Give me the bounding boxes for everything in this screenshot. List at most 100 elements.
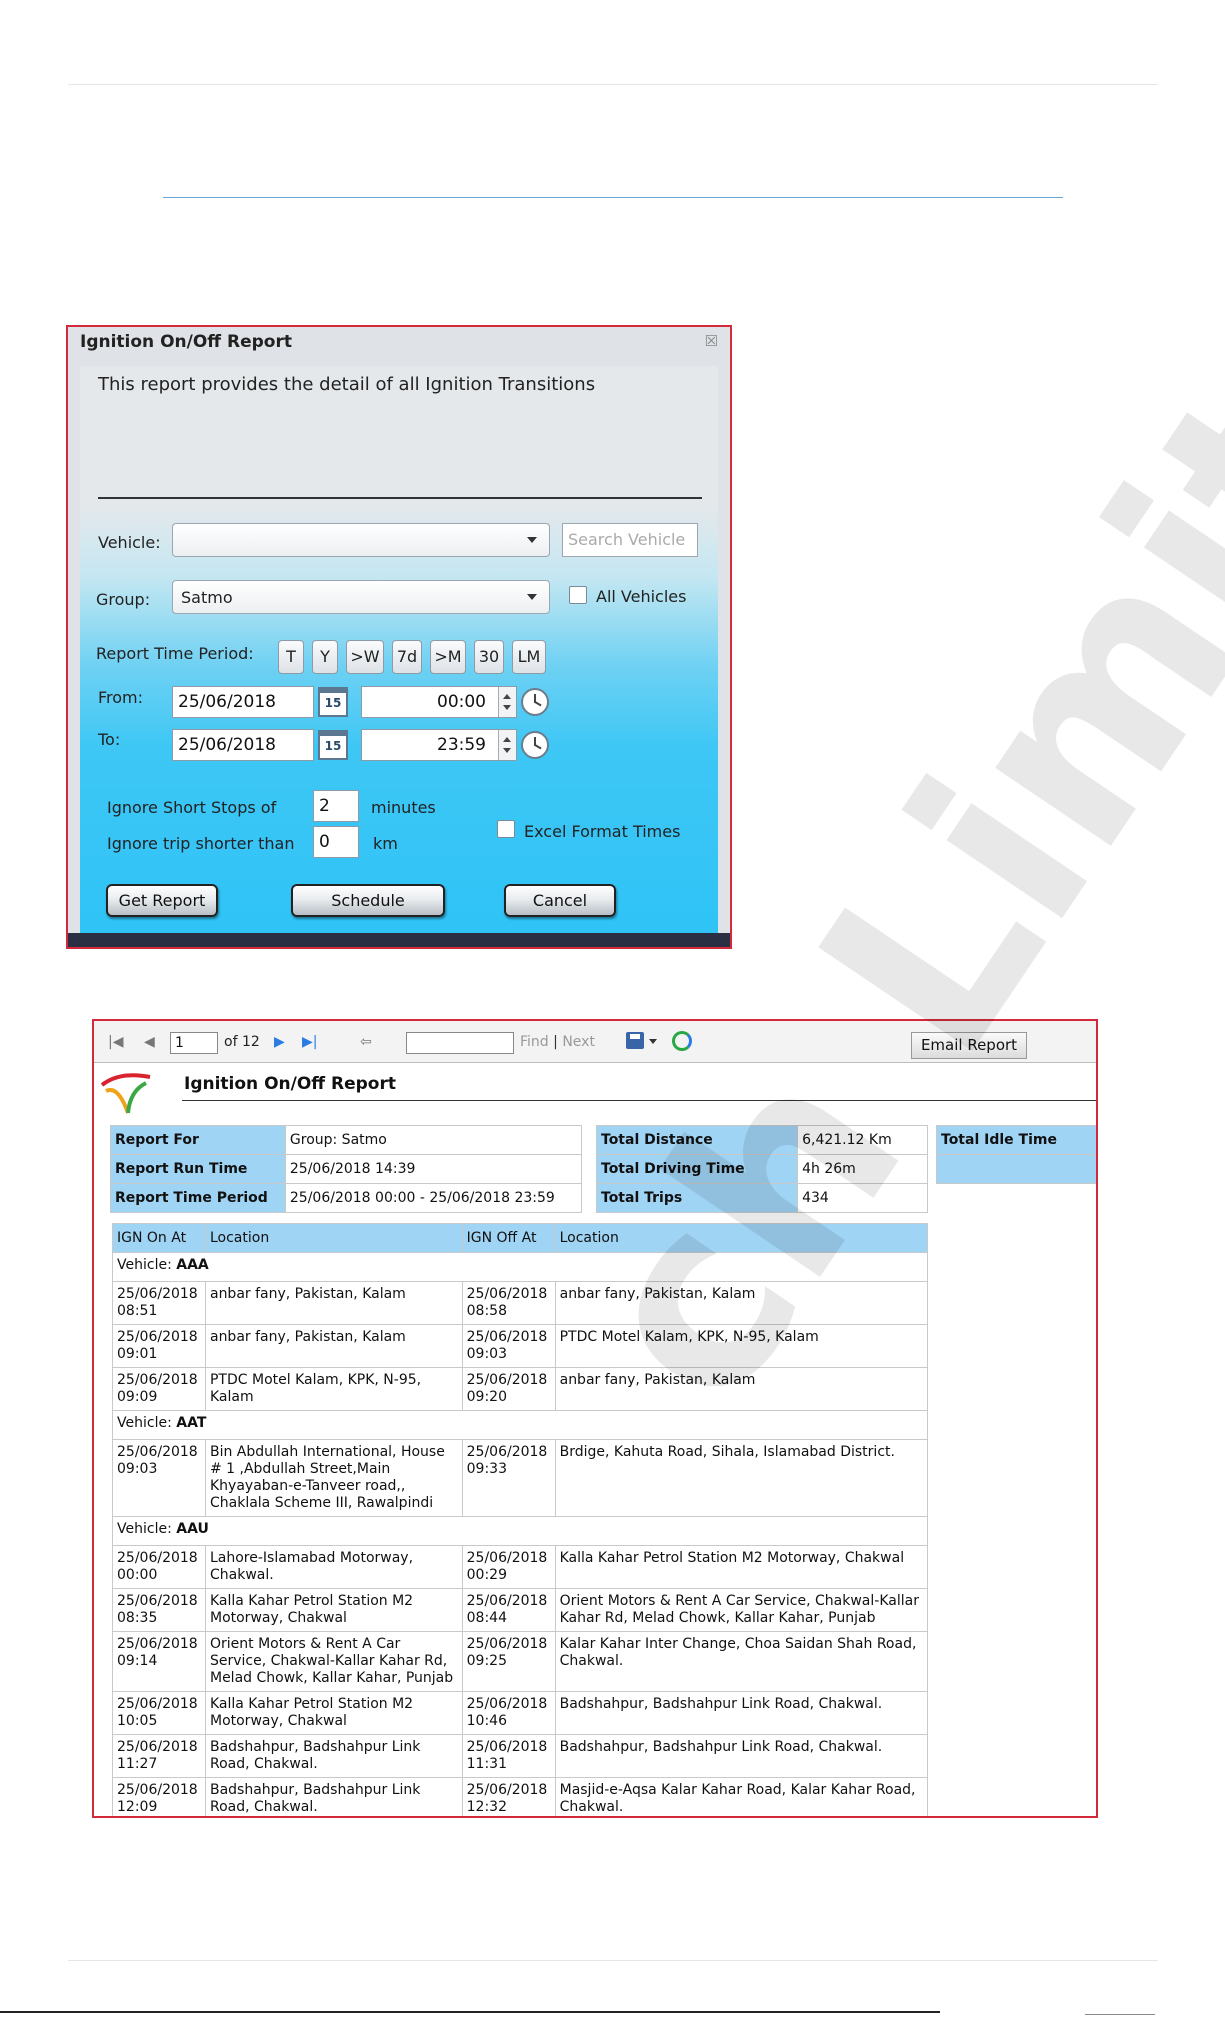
on-location-cell: Orient Motors & Rent A Car Service, Chak… xyxy=(204,1631,463,1692)
calendar-icon[interactable]: 15 xyxy=(318,730,348,760)
refresh-icon[interactable] xyxy=(672,1031,692,1051)
previous-page-icon[interactable]: ◀ xyxy=(144,1034,155,1050)
period-today-button[interactable]: T xyxy=(278,640,304,674)
on-location-cell: Badshahpur, Badshahpur Link Road, Chakwa… xyxy=(204,1777,463,1816)
footer-rule xyxy=(68,1960,1158,1961)
description-divider xyxy=(98,497,702,499)
save-icon[interactable] xyxy=(626,1032,644,1049)
from-time-input[interactable]: 00:00 xyxy=(361,686,517,718)
chevron-down-icon xyxy=(527,537,537,543)
summary-row: Total Distance 6,421.12 Km xyxy=(595,1125,928,1155)
off-location-cell: Brdige, Kahuta Road, Sihala, Islamabad D… xyxy=(554,1439,929,1517)
period-7d-button[interactable]: 7d xyxy=(392,640,422,674)
clock-icon[interactable] xyxy=(521,688,549,716)
header-rule xyxy=(68,84,1158,85)
ign-off-cell: 25/06/2018 00:29 xyxy=(461,1545,556,1589)
footer-line-right xyxy=(1085,2014,1155,2015)
search-vehicle-input[interactable]: Search Vehicle xyxy=(562,523,698,557)
on-location-cell: Badshahpur, Badshahpur Link Road, Chakwa… xyxy=(204,1734,463,1778)
from-time-value: 00:00 xyxy=(437,692,486,712)
group-label: Group: xyxy=(96,590,151,609)
summary-key: Report Run Time xyxy=(110,1154,286,1184)
ignore-stops-input[interactable]: 2 xyxy=(313,790,359,822)
off-location-cell: anbar fany, Pakistan, Kalam xyxy=(554,1367,929,1411)
summary-table-left: Report For Group: Satmo Report Run Time 25/… xyxy=(110,1125,583,1213)
on-location-cell: Lahore-Islamabad Motorway, Chakwal. xyxy=(204,1545,463,1589)
table-row: 25/06/2018 11:27 Badshahpur, Badshahpur L… xyxy=(112,1734,929,1778)
dialog-bottom-strip xyxy=(68,933,730,947)
ignition-table: IGN On At Location IGN Off At Location V… xyxy=(112,1223,929,1816)
page-count: of 12 xyxy=(224,1034,260,1050)
schedule-button[interactable]: Schedule xyxy=(291,884,445,917)
dialog-description: This report provides the detail of all I… xyxy=(98,374,596,395)
report-toolbar: |◀ ◀ 1 of 12 ▶ ▶| ⇦ Find | Next Email Re… xyxy=(94,1021,1096,1063)
ign-off-cell: 25/06/2018 10:46 xyxy=(461,1691,556,1735)
clock-icon[interactable] xyxy=(521,731,549,759)
period-month-button[interactable]: >M xyxy=(430,640,466,674)
off-location-cell: Badshahpur, Badshahpur Link Road, Chakwa… xyxy=(554,1691,929,1735)
on-location-cell: anbar fany, Pakistan, Kalam xyxy=(204,1324,463,1368)
all-vehicles-checkbox[interactable] xyxy=(569,586,587,604)
summary-value: 25/06/2018 00:00 - 25/06/2018 23:59 xyxy=(284,1183,583,1213)
table-row: 25/06/2018 09:03 Bin Abdullah Internation… xyxy=(112,1439,929,1517)
time-spinner-icon[interactable] xyxy=(498,687,516,717)
to-label: To: xyxy=(98,730,121,749)
to-date-input[interactable]: 25/06/2018 xyxy=(172,729,314,761)
ignore-stops-unit: minutes xyxy=(371,798,436,817)
ignore-trip-input[interactable]: 0 xyxy=(313,826,359,858)
period-30-button[interactable]: 30 xyxy=(474,640,504,674)
dialog-title: Ignition On/Off Report xyxy=(80,332,292,352)
summary-value: 434 xyxy=(797,1183,928,1213)
last-page-icon[interactable]: ▶| xyxy=(302,1034,317,1050)
table-row: 25/06/2018 08:35 Kalla Kahar Petrol Stati… xyxy=(112,1588,929,1632)
close-icon[interactable]: ☒ xyxy=(705,332,718,350)
cancel-button[interactable]: Cancel xyxy=(504,884,616,917)
calendar-icon[interactable]: 15 xyxy=(318,687,348,717)
first-page-icon[interactable]: |◀ xyxy=(108,1034,123,1050)
find-input[interactable] xyxy=(406,1032,514,1054)
to-time-input[interactable]: 23:59 xyxy=(361,729,517,761)
column-header: IGN On At xyxy=(112,1223,206,1253)
next-page-icon[interactable]: ▶ xyxy=(274,1034,285,1050)
time-spinner-icon[interactable] xyxy=(498,730,516,760)
report-title: Ignition On/Off Report xyxy=(184,1074,396,1094)
period-week-button[interactable]: >W xyxy=(346,640,384,674)
off-location-cell: Orient Motors & Rent A Car Service, Chak… xyxy=(554,1588,929,1632)
find-link[interactable]: Find xyxy=(520,1034,549,1050)
from-date-input[interactable]: 25/06/2018 xyxy=(172,686,314,718)
vehicle-select[interactable] xyxy=(172,523,550,557)
email-report-button[interactable]: Email Report xyxy=(911,1032,1027,1059)
ign-on-cell: 25/06/2018 00:00 xyxy=(112,1545,206,1589)
off-location-cell: anbar fany, Pakistan, Kalam xyxy=(554,1281,929,1325)
ignore-stops-label: Ignore Short Stops of xyxy=(107,798,277,817)
page-number-input[interactable]: 1 xyxy=(170,1032,218,1054)
summary-key: Total Trips xyxy=(595,1183,799,1213)
table-row: 25/06/2018 09:14 Orient Motors & Rent A C… xyxy=(112,1631,929,1692)
vehicle-prefix: Vehicle: xyxy=(117,1521,172,1537)
dialog-body: This report provides the detail of all I… xyxy=(80,366,718,934)
ign-on-cell: 25/06/2018 11:27 xyxy=(112,1734,206,1778)
column-header: Location xyxy=(554,1223,929,1253)
back-icon[interactable]: ⇦ xyxy=(360,1034,372,1050)
ign-on-cell: 25/06/2018 08:35 xyxy=(112,1588,206,1632)
vehicle-group-row: Vehicle: AAT xyxy=(112,1410,928,1440)
summary-value xyxy=(936,1154,1096,1184)
vehicle-prefix: Vehicle: xyxy=(117,1415,172,1431)
column-header: Location xyxy=(204,1223,463,1253)
vehicle-name: AAA xyxy=(176,1257,209,1273)
excel-format-checkbox[interactable] xyxy=(497,820,515,838)
from-label: From: xyxy=(98,688,144,707)
group-select[interactable]: Satmo xyxy=(172,580,550,614)
ignore-trip-label: Ignore trip shorter than xyxy=(107,834,295,853)
on-location-cell: anbar fany, Pakistan, Kalam xyxy=(204,1281,463,1325)
title-rule xyxy=(182,1100,1096,1101)
period-yesterday-button[interactable]: Y xyxy=(312,640,338,674)
chevron-down-icon[interactable] xyxy=(649,1039,657,1044)
get-report-button[interactable]: Get Report xyxy=(106,884,218,917)
period-last-month-button[interactable]: LM xyxy=(512,640,546,674)
table-header-row: IGN On At Location IGN Off At Location xyxy=(112,1223,929,1253)
next-link[interactable]: Next xyxy=(562,1034,595,1050)
table-row: 25/06/2018 12:09 Badshahpur, Badshahpur L… xyxy=(112,1777,929,1816)
summary-key: Report For xyxy=(110,1125,286,1155)
table-row: 25/06/2018 10:05 Kalla Kahar Petrol Stati… xyxy=(112,1691,929,1735)
